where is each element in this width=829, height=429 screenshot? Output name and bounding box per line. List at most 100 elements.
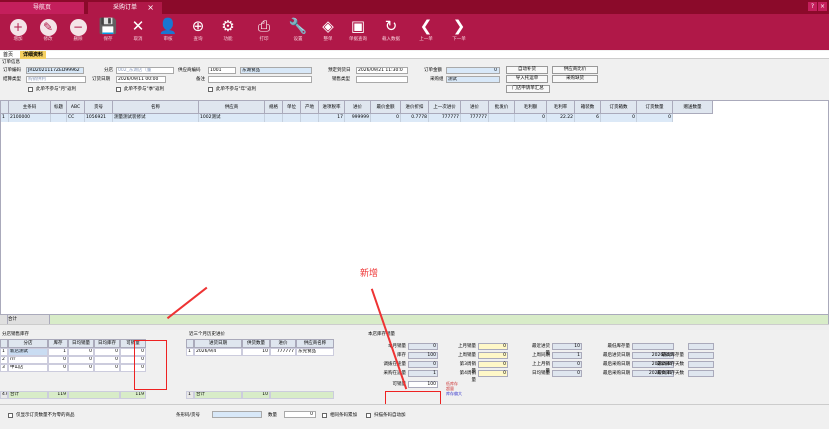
- grid-header[interactable]: 进项税率: [319, 101, 345, 114]
- history-header[interactable]: 供货数量: [242, 339, 270, 348]
- toolbar-button-plus[interactable]: + 增加: [3, 16, 33, 48]
- toolbar-button-zoom[interactable]: ⊕ 查询: [183, 16, 213, 48]
- import-button[interactable]: 导入托运单: [506, 75, 548, 83]
- supplier-compare-button[interactable]: 供应商比价: [552, 66, 598, 74]
- arrival-field[interactable]: 2026/09/21 11:30:0: [356, 67, 408, 74]
- grid-header[interactable]: 订货箱数: [601, 101, 637, 114]
- subtab-detail[interactable]: 详细资料: [20, 51, 47, 59]
- grid-header[interactable]: 供应商: [199, 101, 265, 114]
- toolbar-button-cancel[interactable]: ✕ 取消: [123, 16, 153, 48]
- grid-header[interactable]: 进价折扣: [401, 101, 429, 114]
- toolbar-button-wrench[interactable]: 🔧 设置: [283, 16, 313, 48]
- history-cell[interactable]: 2026/9/4: [194, 348, 242, 356]
- grid-cell[interactable]: 0: [371, 114, 401, 122]
- grid-cell[interactable]: 1002测试: [199, 114, 265, 122]
- stock-cell[interactable]: 0: [68, 356, 94, 364]
- grid-cell[interactable]: 0: [601, 114, 637, 122]
- history-cell[interactable]: 10: [242, 348, 270, 356]
- tab-purchase-order[interactable]: 采购订单 ×: [88, 2, 162, 14]
- toolbar-button-prev[interactable]: ❮ 上一单: [411, 16, 441, 48]
- barcode-input[interactable]: [212, 411, 262, 418]
- qty-input[interactable]: 0: [284, 411, 316, 418]
- history-cell[interactable]: 东莞食品: [296, 348, 334, 356]
- toolbar-button-user[interactable]: 👤 审核: [153, 16, 183, 48]
- grid-header[interactable]: 订货数量: [637, 101, 673, 114]
- shortage-button[interactable]: 采购缺货: [552, 75, 598, 83]
- grid-cell[interactable]: 6: [575, 114, 601, 122]
- settle-select[interactable]: 购销供利: [26, 76, 86, 83]
- grid-header[interactable]: 赠送数量: [673, 101, 713, 114]
- toolbar-button-printer[interactable]: ⎙ 打印: [249, 16, 279, 48]
- toolbar-button-refresh[interactable]: ↻ 载入数据: [376, 16, 406, 48]
- stock-cell[interactable]: 1: [48, 348, 68, 356]
- store-request-button[interactable]: 门店申请单汇总: [506, 85, 550, 93]
- stock-cell[interactable]: 3: [0, 364, 8, 372]
- grid-header[interactable]: 标题: [51, 101, 67, 114]
- toolbar-button-gear[interactable]: ⚙ 功能: [213, 16, 243, 48]
- sale-type-select[interactable]: [356, 76, 408, 83]
- stock-cell[interactable]: 0: [68, 364, 94, 372]
- stock-header[interactable]: 日均销量: [68, 339, 94, 348]
- stock-header[interactable]: 日均库存: [94, 339, 120, 348]
- grid-cell[interactable]: 777777: [461, 114, 489, 122]
- grid-cell[interactable]: 17: [319, 114, 345, 122]
- grid-header[interactable]: 规格: [265, 101, 283, 114]
- grid-header[interactable]: 批发价: [489, 101, 515, 114]
- grid-header[interactable]: 进价: [461, 101, 489, 114]
- scan-auto-add-checkbox[interactable]: [366, 413, 371, 418]
- toolbar-button-minus[interactable]: − 删除: [63, 16, 93, 48]
- grid-header[interactable]: ABC: [67, 101, 85, 114]
- stock-cell[interactable]: 0: [94, 356, 120, 364]
- stock-cell[interactable]: 0: [94, 348, 120, 356]
- stock-header[interactable]: 库存: [48, 339, 68, 348]
- help-button[interactable]: ?: [808, 2, 817, 11]
- toolbar-button-next[interactable]: ❯ 下一单: [444, 16, 474, 48]
- subtab-home[interactable]: 首页: [0, 51, 16, 59]
- grid-cell[interactable]: [265, 114, 283, 122]
- accumulate-checkbox[interactable]: [322, 413, 327, 418]
- history-header[interactable]: 供应商名称: [296, 339, 334, 348]
- grid-cell[interactable]: [301, 114, 319, 122]
- grid-header[interactable]: 箱装数: [575, 101, 601, 114]
- stock-cell[interactable]: 新店测试: [8, 348, 48, 356]
- grid-header[interactable]: 上一次进价: [429, 101, 461, 114]
- grid-cell[interactable]: 777777: [429, 114, 461, 122]
- close-window-button[interactable]: ×: [818, 2, 827, 11]
- grid-cell[interactable]: CC: [67, 114, 85, 122]
- grid-header[interactable]: 产地: [301, 101, 319, 114]
- monthly-rebate-checkbox[interactable]: [28, 87, 33, 92]
- stock-cell[interactable]: 中山店: [8, 364, 48, 372]
- stock-cell[interactable]: 2: [0, 356, 8, 364]
- order-date-field[interactable]: 2026/09/11 00:00: [116, 76, 166, 83]
- grid-header[interactable]: 单位: [283, 101, 301, 114]
- grid-cell[interactable]: [283, 114, 301, 122]
- nonzero-only-checkbox[interactable]: [8, 413, 13, 418]
- grid-header[interactable]: 毛利额: [515, 101, 547, 114]
- grid-header[interactable]: 进价: [345, 101, 371, 114]
- grid-header[interactable]: 最价金额: [371, 101, 401, 114]
- order-no-field[interactable]: JRD2021117ZED99962: [26, 67, 84, 74]
- grid-header[interactable]: 主条码: [9, 101, 51, 114]
- toolbar-button-layers[interactable]: ◈ 整单: [313, 16, 343, 48]
- grid-cell[interactable]: 999999: [345, 114, 371, 122]
- stock-cell[interactable]: 0: [94, 364, 120, 372]
- history-header[interactable]: 进货日期: [194, 339, 242, 348]
- grid-cell[interactable]: [489, 114, 515, 122]
- stock-cell[interactable]: 0: [48, 356, 68, 364]
- stock-header[interactable]: 分店: [8, 339, 48, 348]
- grid-cell[interactable]: 2100000: [9, 114, 51, 122]
- yearly-rebate-checkbox[interactable]: [208, 87, 213, 92]
- grid-cell[interactable]: 0: [515, 114, 547, 122]
- history-cell[interactable]: 1: [186, 348, 194, 356]
- toolbar-button-save[interactable]: 💾 保存: [93, 16, 123, 48]
- grid-cell[interactable]: [51, 114, 67, 122]
- grid-cell[interactable]: 0.7778: [401, 114, 429, 122]
- auto-replenish-button[interactable]: 自动补货: [506, 66, 548, 74]
- stock-cell[interactable]: rrr: [8, 356, 48, 364]
- toolbar-button-edit[interactable]: ✎ 修改: [33, 16, 63, 48]
- stock-cell[interactable]: 1: [0, 348, 8, 356]
- buyer-field[interactable]: 测试: [446, 76, 500, 83]
- history-header[interactable]: 进价: [270, 339, 296, 348]
- grid-cell[interactable]: 0: [637, 114, 673, 122]
- close-icon[interactable]: ×: [147, 2, 154, 14]
